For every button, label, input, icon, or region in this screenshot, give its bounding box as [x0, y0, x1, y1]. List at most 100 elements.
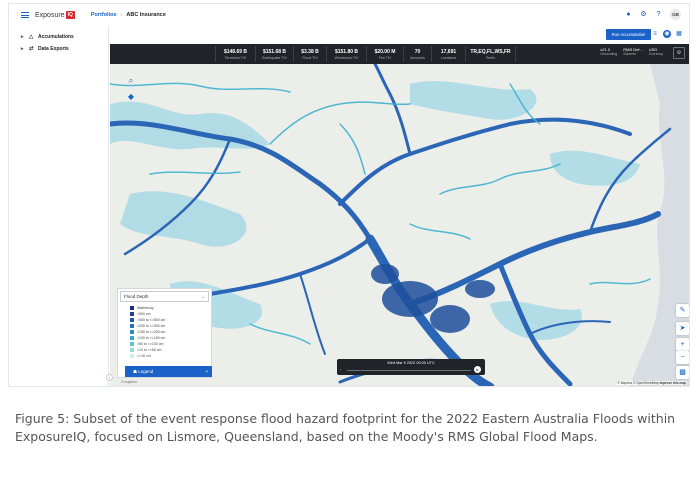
metric-perils: TR,EQ,FL,WS,FR Perils [466, 46, 516, 62]
legend-button[interactable]: ☗ Legend × [125, 366, 212, 377]
list-view-icon[interactable]: ≡ [651, 30, 659, 38]
legend-swatch [130, 312, 134, 316]
attribution-text: © Mapbox © OpenStreetMap [617, 381, 659, 385]
metric-earthquake: $151.68 B Earthquake TIV [256, 46, 294, 62]
legend-label: >200 to <=300 cm [137, 324, 166, 328]
help-icon[interactable]: ? [655, 11, 662, 18]
settings-sliders-icon[interactable]: ⚙ [673, 47, 685, 59]
legend-panel: Flood Depth ⌄ Waterbody >500 cm >300 to <=… [117, 288, 212, 378]
timeline-slider[interactable]: Wed Mar 9 2022 00:00 UTC ‹ ▸ [337, 359, 485, 375]
mapbox-logo: © mapbox [121, 380, 138, 384]
improve-map-link[interactable]: Improve this map [660, 381, 686, 385]
view-toggle: ≡ ◉ ▦ [651, 30, 683, 38]
metric-label: Fire TIV [378, 55, 392, 60]
run-accumulation-button[interactable]: Run Accumulation [606, 29, 651, 40]
metric-value: 70 [414, 48, 421, 55]
metric-value: $20.00 M [374, 48, 396, 55]
sidebar-item-accumulations[interactable]: ▸ △ Accumulations [9, 31, 108, 43]
zoom-out-icon[interactable]: − [676, 351, 689, 364]
metric-flood: $3.38 B Flood TIV [294, 46, 327, 62]
legend-label: Waterbody [137, 306, 154, 310]
layer-select-value: Flood Depth [124, 294, 149, 299]
metric-accounts: 70 Accounts [404, 46, 432, 62]
locate-icon[interactable]: ➤ [676, 322, 689, 335]
metric-fire: $20.00 M Fire TIV [367, 46, 404, 62]
legend-swatch [130, 330, 134, 334]
metric-label: Flood TIV [302, 55, 318, 60]
meta-geocoding: v21.0 Geocoding [600, 47, 617, 59]
notification-bell-icon[interactable]: ● [625, 11, 632, 18]
legend-label: >500 cm [137, 312, 151, 316]
legend-row: <=10 cm [130, 353, 165, 359]
logo-text: Exposure [35, 11, 65, 19]
close-icon[interactable]: × [205, 366, 208, 377]
metric-value: $151.68 B [262, 48, 287, 55]
accumulations-icon: △ [29, 34, 34, 40]
metric-label: Locations [440, 55, 457, 60]
meta-scheme: RMS Def... Scheme [623, 47, 643, 59]
meta-currency: USD Currency [649, 47, 663, 59]
chevron-right-icon: ▸ [21, 34, 24, 40]
timeline-prev-icon[interactable]: ‹ [340, 367, 341, 372]
map-attribution: © Mapbox © OpenStreetMap Improve this ma… [616, 381, 687, 385]
metric-value: TR,EQ,FL,WS,FR [470, 48, 511, 55]
metrics-settings: v21.0 Geocoding RMS Def... Scheme USD Cu… [600, 47, 685, 59]
breadcrumb-current: ABC Insurance [126, 12, 166, 18]
metric-label: Terrorism TIV [224, 55, 247, 60]
legend-swatch [130, 348, 134, 352]
timeline-play-icon[interactable]: ▸ [474, 366, 481, 373]
logo-badge: IQ [65, 11, 75, 19]
layer-select[interactable]: Flood Depth ⌄ [120, 291, 209, 302]
metric-value: $151.80 B [334, 48, 359, 55]
legend-label: >10 to <=50 cm [137, 348, 162, 352]
collapse-panel-icon[interactable]: ‹ [106, 374, 113, 381]
sidebar-item-label: Accumulations [38, 34, 74, 40]
legend-label: >50 to <=100 cm [137, 342, 164, 346]
map-view-icon[interactable]: ◉ [663, 30, 671, 38]
meta-label: Currency [648, 52, 663, 56]
menu-icon[interactable] [21, 12, 29, 18]
legend-label: >150 to <=200 cm [137, 330, 166, 334]
sidebar-item-data-exports[interactable]: ▸ ⇄ Data Exports [9, 43, 108, 55]
metric-terrorism: $148.69 B Terrorism TIV [215, 46, 256, 62]
legend-swatch [130, 318, 134, 322]
legend-label: >100 to <=150 cm [137, 336, 166, 340]
zoom-in-icon[interactable]: + [676, 338, 689, 351]
app-logo[interactable]: Exposure IQ [35, 11, 75, 19]
data-exports-icon: ⇄ [29, 46, 34, 52]
metric-label: Earthquake TIV [262, 55, 287, 60]
search-map-icon[interactable]: ⌕ [124, 74, 138, 88]
meta-label: Geocoding [600, 52, 618, 56]
legend-swatch [130, 354, 134, 358]
app-screenshot: Exposure IQ Portfolios › ABC Insurance ●… [8, 3, 690, 387]
meta-label: Scheme [623, 52, 637, 56]
legend-button-label: Legend [138, 369, 154, 374]
metric-label: Accounts [410, 55, 425, 60]
chevron-down-icon: ⌄ [201, 294, 205, 299]
basemap-icon[interactable]: ▩ [676, 366, 689, 379]
top-bar: Exposure IQ Portfolios › ABC Insurance ●… [9, 4, 689, 26]
chevron-right-icon: ▸ [21, 46, 24, 52]
metric-value: 17,691 [440, 48, 457, 55]
layers-icon[interactable]: ◆ [124, 90, 138, 104]
metric-value: $3.38 B [301, 48, 319, 55]
draw-tool-icon[interactable]: ✎ [676, 304, 689, 317]
sidebar-item-label: Data Exports [38, 46, 69, 52]
metric-locations: 17,691 Locations [432, 46, 466, 62]
legend-label: <=10 cm [137, 354, 151, 358]
breadcrumb-separator: › [120, 12, 123, 18]
user-avatar[interactable]: GB [670, 9, 681, 20]
grid-view-icon[interactable]: ▦ [675, 30, 683, 38]
timeline-label: Wed Mar 9 2022 00:00 UTC [387, 361, 435, 365]
metric-label: Windstorm TIV [334, 55, 359, 60]
legend-swatch [130, 336, 134, 340]
metric-label: Perils [486, 55, 495, 60]
metric-windstorm: $151.80 B Windstorm TIV [327, 46, 367, 62]
timeline-track[interactable] [347, 370, 471, 371]
breadcrumb-portfolios[interactable]: Portfolios [91, 12, 117, 18]
legend-swatch [130, 342, 134, 346]
legend-rows: Waterbody >500 cm >300 to <=500 cm >200 to … [130, 305, 165, 359]
legend-swatch [130, 306, 134, 310]
settings-gear-icon[interactable]: ⚙ [640, 11, 647, 18]
legend-label: >300 to <=500 cm [137, 318, 166, 322]
